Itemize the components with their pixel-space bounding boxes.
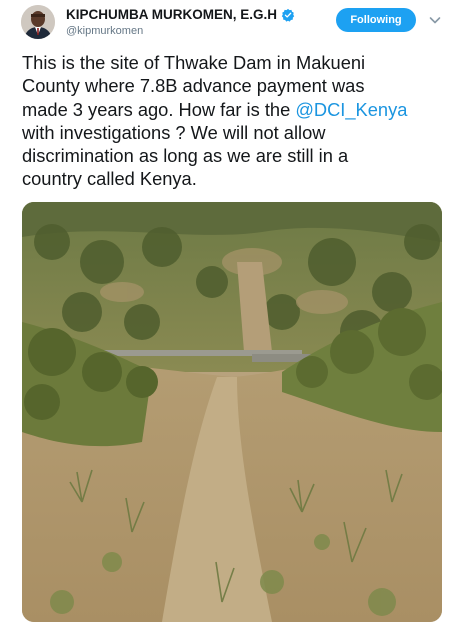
tweet-text-segment: made 3 years ago. How far is the (22, 98, 296, 120)
author-handle[interactable]: @kipmurkomen (66, 25, 143, 37)
tweet-text-line: country called Kenya. (22, 168, 197, 190)
tweet-header: KIPCHUMBA MURKOMEN, E.G.H @kipmurkomen F… (0, 0, 457, 44)
avatar[interactable] (21, 5, 55, 39)
tweet-text-line: discrimination as long as we are still i… (22, 145, 349, 167)
following-button[interactable]: Following (336, 8, 416, 32)
mention-link[interactable]: @DCI_Kenya (295, 99, 407, 120)
tweet-card: KIPCHUMBA MURKOMEN, E.G.H @kipmurkomen F… (0, 0, 457, 626)
verified-badge-icon (281, 8, 295, 22)
tweet-text-line: with investigations ? We will not allow (22, 121, 326, 143)
profile-photo-icon (21, 5, 55, 39)
chevron-down-icon[interactable] (428, 13, 442, 27)
tweet-text-line: This is the site of Thwake Dam in Makuen… (22, 52, 366, 73)
author-name-row: KIPCHUMBA MURKOMEN, E.G.H (66, 7, 295, 22)
tweet-text: This is the site of Thwake Dam in Makuen… (22, 51, 447, 191)
tweet-text-line: County where 7.8B advance payment was (22, 75, 365, 97)
tweet-photo[interactable] (22, 202, 442, 622)
author-display-name[interactable]: KIPCHUMBA MURKOMEN, E.G.H (66, 7, 277, 22)
dam-site-photo (22, 202, 442, 622)
tweet-text-line: made 3 years ago. How far is the @DCI_Ke… (22, 98, 447, 121)
